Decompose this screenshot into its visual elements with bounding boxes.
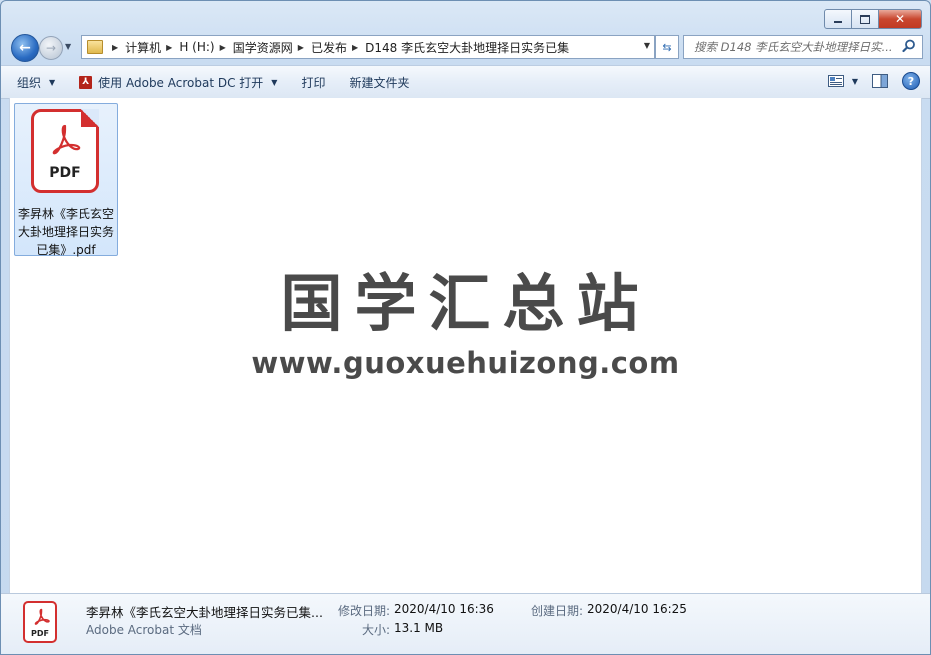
- minimize-icon: [834, 21, 842, 23]
- modified-date-value: 2020/4/10 16:36: [394, 602, 494, 616]
- toolbar-right: ▼ ?: [814, 70, 920, 92]
- created-date-label: 创建日期:: [531, 604, 584, 618]
- close-button[interactable]: ✕: [879, 9, 922, 29]
- open-with-label: 使用 Adobe Acrobat DC 打开: [98, 75, 264, 90]
- breadcrumb: ▶ 计算机 ▶ H (H:) ▶ 国学资源网 ▶ 已发布 ▶ D148 李氏玄空…: [107, 39, 569, 56]
- window-controls: ✕: [824, 9, 922, 29]
- navigation-bar: ← → ▼ ▶ 计算机 ▶ H (H:) ▶ 国学资源网 ▶ 已发布 ▶ D14…: [9, 33, 923, 62]
- acrobat-logo-icon: [34, 608, 50, 625]
- address-bar[interactable]: ▶ 计算机 ▶ H (H:) ▶ 国学资源网 ▶ 已发布 ▶ D148 李氏玄空…: [81, 35, 655, 59]
- organize-button[interactable]: 组织 ▼: [9, 70, 63, 94]
- preview-pane-button[interactable]: [872, 70, 888, 92]
- preview-pane-icon: [872, 74, 888, 88]
- size-label: 大小:: [362, 623, 391, 637]
- search-icon[interactable]: [902, 39, 916, 53]
- file-name[interactable]: 李昇林《李氏玄空大卦地理择日实务已集》.pdf: [15, 205, 117, 259]
- breadcrumb-folder-2[interactable]: 已发布: [311, 39, 347, 56]
- acrobat-logo-icon: [52, 124, 81, 155]
- pdf-file-icon: PDF: [23, 601, 57, 643]
- refresh-button[interactable]: ⇆: [655, 35, 679, 59]
- help-button[interactable]: ?: [902, 70, 920, 92]
- command-bar: 组织 ▼ ⅄ 使用 Adobe Acrobat DC 打开 ▼ 打印 新建文件夹: [1, 65, 930, 99]
- chevron-right-icon[interactable]: ▶: [166, 43, 172, 52]
- breadcrumb-folder-1[interactable]: 国学资源网: [233, 39, 293, 56]
- restore-button[interactable]: [852, 9, 879, 29]
- explorer-window: ✕ ← → ▼ ▶ 计算机 ▶ H (H:) ▶ 国学资源网 ▶ 已发布 ▶ D…: [0, 0, 931, 655]
- organize-label: 组织: [17, 75, 42, 90]
- details-pane: PDF 李昇林《李氏玄空大卦地理择日实务已集... Adobe Acrobat …: [1, 593, 930, 654]
- close-icon: ✕: [894, 12, 906, 26]
- chevron-down-icon: ▼: [271, 77, 278, 87]
- details-file-name: 李昇林《李氏玄空大卦地理择日实务已集...: [86, 605, 323, 620]
- back-button[interactable]: ←: [11, 34, 39, 62]
- pdf-label: PDF: [49, 165, 81, 181]
- chevron-right-icon[interactable]: ▶: [220, 43, 226, 52]
- watermark-title: 国学汇总站: [280, 267, 651, 340]
- pdf-label: PDF: [31, 629, 49, 638]
- chevron-right-icon[interactable]: ▶: [112, 43, 118, 52]
- file-list-pane[interactable]: PDF 李昇林《李氏玄空大卦地理择日实务已集》.pdf 国学汇总站 www.gu…: [9, 98, 922, 593]
- arrow-left-icon: ←: [19, 40, 31, 56]
- chevron-down-icon[interactable]: ▼: [852, 77, 858, 86]
- breadcrumb-current-folder[interactable]: D148 李氏玄空大卦地理择日实务已集: [365, 39, 569, 56]
- pdf-file-icon: PDF: [31, 109, 99, 193]
- size-value: 13.1 MB: [394, 621, 444, 635]
- search-box[interactable]: [683, 35, 923, 59]
- view-icon: [827, 75, 844, 87]
- file-item[interactable]: PDF 李昇林《李氏玄空大卦地理择日实务已集》.pdf: [14, 103, 118, 259]
- print-label: 打印: [301, 75, 326, 90]
- chevron-down-icon: ▼: [65, 42, 72, 51]
- help-icon: ?: [902, 72, 920, 90]
- watermark-url: www.guoxuehuizong.com: [251, 346, 680, 380]
- chevron-right-icon[interactable]: ▶: [352, 43, 358, 52]
- page-fold: [81, 109, 99, 127]
- chevron-down-icon: ▼: [49, 77, 56, 87]
- new-folder-label: 新建文件夹: [349, 75, 410, 90]
- address-dropdown-icon[interactable]: ▼: [644, 41, 650, 50]
- new-folder-button[interactable]: 新建文件夹: [341, 70, 417, 94]
- details-file-type: Adobe Acrobat 文档: [86, 623, 202, 637]
- breadcrumb-computer[interactable]: 计算机: [125, 39, 161, 56]
- history-dropdown[interactable]: ▼: [65, 42, 71, 51]
- minimize-button[interactable]: [824, 9, 852, 29]
- refresh-icon: ⇆: [662, 40, 672, 54]
- open-with-button[interactable]: ⅄ 使用 Adobe Acrobat DC 打开 ▼: [71, 70, 285, 94]
- forward-button[interactable]: →: [39, 36, 63, 60]
- modified-date-label: 修改日期:: [338, 604, 391, 618]
- restore-icon: [860, 14, 870, 24]
- breadcrumb-drive[interactable]: H (H:): [179, 40, 214, 54]
- watermark: 国学汇总站 www.guoxuehuizong.com: [10, 266, 921, 380]
- folder-icon: [87, 40, 103, 54]
- arrow-right-icon: →: [45, 41, 57, 55]
- created-date-value: 2020/4/10 16:25: [587, 602, 687, 616]
- search-input[interactable]: [692, 39, 908, 55]
- print-button[interactable]: 打印: [293, 70, 333, 94]
- acrobat-icon: ⅄: [79, 75, 93, 89]
- chevron-right-icon[interactable]: ▶: [298, 43, 304, 52]
- change-view-button[interactable]: ▼: [827, 70, 858, 92]
